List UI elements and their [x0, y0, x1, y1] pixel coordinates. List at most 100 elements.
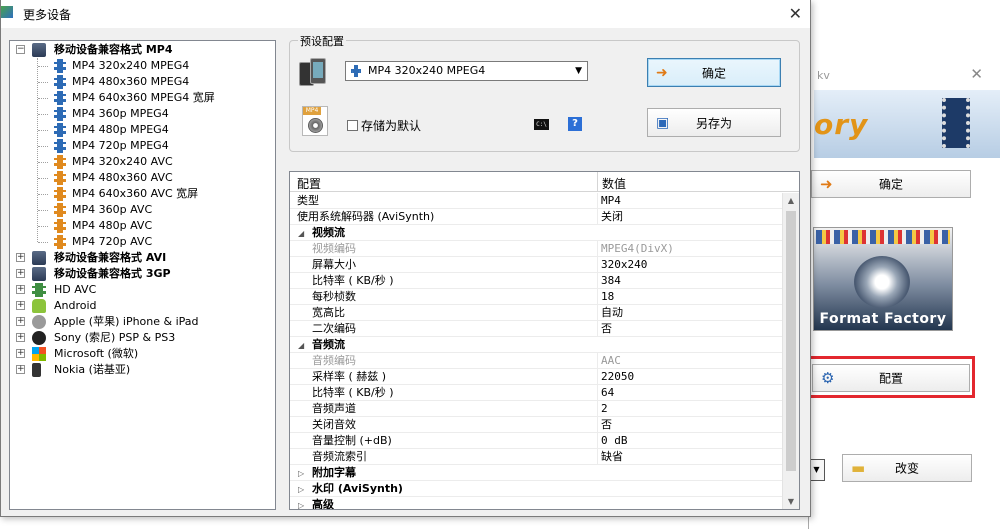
dialog-title: 更多设备 [23, 8, 72, 22]
collapse-icon[interactable]: ◢ [298, 338, 304, 353]
scroll-down-icon[interactable]: ▼ [783, 494, 799, 509]
tree-group-label: 移动设备兼容格式 3GP [54, 267, 171, 280]
collapse-icon[interactable]: − [16, 45, 25, 54]
grid-row[interactable]: 音频流索引 缺省 [290, 449, 782, 465]
grid-category-row[interactable]: ▷ 附加字幕 [290, 465, 782, 481]
grid-row[interactable]: 音量控制 (+dB) 0 dB [290, 433, 782, 449]
expand-icon[interactable]: + [16, 333, 25, 342]
expand-icon[interactable]: + [16, 365, 25, 374]
film-blue-icon [54, 75, 66, 89]
grid-header-value: 数值 [602, 177, 627, 191]
command-line-icon[interactable]: C:\ [534, 119, 549, 130]
grid-row-key: 高级 [312, 498, 334, 510]
grid-row-key: 二次编码 [312, 322, 356, 335]
help-icon[interactable]: ? [568, 117, 582, 131]
tree-item-label: MP4 640x360 AVC 宽屏 [72, 187, 199, 200]
grid-row[interactable]: 使用系统解码器 (AviSynth) 关闭 [290, 209, 782, 225]
format-factory-label: Format Factory [819, 311, 947, 327]
grid-row-key: 宽高比 [312, 306, 345, 319]
mobile-devices-icon [32, 43, 46, 57]
mobile-devices-icon [299, 56, 331, 88]
banner-image: ory [814, 90, 1000, 158]
grid-row[interactable]: 比特率 ( KB/秒 ) 64 [290, 385, 782, 401]
disc-icon [854, 256, 910, 308]
scroll-up-icon[interactable]: ▲ [783, 193, 799, 209]
grid-row[interactable]: 宽高比 自动 [290, 305, 782, 321]
mp4-file-icon: MP4 [302, 106, 328, 136]
grid-row[interactable]: 比特率 ( KB/秒 ) 384 [290, 273, 782, 289]
device-tree[interactable]: − 移动设备兼容格式 MP4 MP4 320x240 MPEG4 MP4 480x36… [9, 40, 276, 510]
scroll-thumb[interactable] [786, 211, 796, 471]
ok-button[interactable]: ➜ 确定 [647, 58, 781, 87]
tree-group-label: Sony (索尼) PSP & PS3 [54, 331, 176, 344]
grid-row[interactable]: 音频编码 AAC [290, 353, 782, 369]
save-as-label: 另存为 [695, 116, 732, 130]
expand-icon[interactable]: ▷ [298, 482, 304, 497]
save-as-button[interactable]: ▣ 另存为 [647, 108, 781, 137]
parent-ok-button[interactable]: ➜ 确定 [811, 170, 971, 198]
close-icon[interactable]: ✕ [970, 65, 983, 83]
banner-text: ory [814, 108, 869, 141]
tree-group-label: 移动设备兼容格式 MP4 [54, 43, 173, 56]
collapse-icon[interactable]: ◢ [298, 226, 304, 241]
grid-row-key: 使用系统解码器 (AviSynth) [297, 210, 435, 223]
more-devices-dialog: 更多设备 ✕ − 移动设备兼容格式 MP4 MP4 320x240 MPEG4 MP4… [0, 0, 811, 517]
preset-select[interactable]: MP4 320x240 MPEG4 ▼ [345, 61, 588, 81]
grid-category-row[interactable]: ◢ 音频流 [290, 337, 782, 353]
tree-group-label: HD AVC [54, 283, 97, 296]
expand-icon[interactable]: + [16, 269, 25, 278]
microsoft-icon [32, 347, 46, 361]
tree-item-label: MP4 320x240 AVC [72, 155, 173, 168]
grid-row[interactable]: 每秒桢数 18 [290, 289, 782, 305]
grid-row[interactable]: 音频声道 2 [290, 401, 782, 417]
tree-group-label: Apple (苹果) iPhone & iPad [54, 315, 199, 328]
app-icon [1, 6, 13, 18]
grid-category-row[interactable]: ▷ 水印 (AviSynth) [290, 481, 782, 497]
grid-row-key: 音频流索引 [312, 450, 367, 463]
film-orange-icon [54, 235, 66, 249]
expand-icon[interactable]: + [16, 301, 25, 310]
vertical-scrollbar[interactable]: ▲ ▼ [782, 193, 799, 509]
save-default-checkbox[interactable] [347, 120, 358, 131]
film-orange-icon [54, 187, 66, 201]
nokia-icon [32, 363, 41, 377]
grid-category-row[interactable]: ◢ 视频流 [290, 225, 782, 241]
film-blue-icon [54, 107, 66, 121]
grid-row-key: 音频流 [312, 338, 345, 351]
expand-icon[interactable]: ▷ [298, 498, 304, 509]
change-button[interactable]: ▬ 改变 [842, 454, 972, 482]
close-icon[interactable]: ✕ [789, 4, 802, 23]
grid-row-key: 比特率 ( KB/秒 ) [312, 386, 394, 399]
tree-item-label: MP4 720p MPEG4 [72, 139, 169, 152]
grid-row[interactable]: 关闭音效 否 [290, 417, 782, 433]
parent-ok-label: 确定 [878, 177, 903, 192]
expand-icon[interactable]: + [16, 317, 25, 326]
grid-row[interactable]: 类型 MP4 [290, 193, 782, 209]
format-factory-logo: Format Factory [813, 227, 953, 331]
preset-group: 预设配置 MP4 320x240 MPEG4 ▼ ➜ 确定 MP4 存储为默认 … [289, 33, 800, 152]
tree-item-label: MP4 320x240 MPEG4 [72, 59, 190, 72]
film-orange-icon [54, 203, 66, 217]
grid-row-key: 比特率 ( KB/秒 ) [312, 274, 394, 287]
preset-group-label: 预设配置 [298, 33, 346, 49]
tree-group-label: 移动设备兼容格式 AVI [54, 251, 167, 264]
expand-icon[interactable]: + [16, 349, 25, 358]
parent-window: kv ✕ ory ➜ 确定 Format Factory ⚙ 配置 ▬ 改变 [808, 62, 1005, 529]
film-icon [942, 98, 970, 148]
grid-category-row[interactable]: ▷ 高级 [290, 497, 782, 510]
parent-window-title: kv [817, 69, 830, 82]
grid-row[interactable]: 采样率 ( 赫兹 ) 22050 [290, 369, 782, 385]
grid-row-key: 关闭音效 [312, 418, 356, 431]
grid-row[interactable]: 屏幕大小 320x240 [290, 257, 782, 273]
property-grid[interactable]: 配置 数值 类型 MP4 使用系统解码器 (AviSynth) 关闭 ◢ 视频流 视频编码 M… [289, 171, 800, 510]
film-orange-icon [54, 219, 66, 233]
film-blue-icon [54, 91, 66, 105]
expand-icon[interactable]: + [16, 285, 25, 294]
expand-icon[interactable]: ▷ [298, 466, 304, 481]
grid-row[interactable]: 视频编码 MPEG4(DivX) [290, 241, 782, 257]
sony-psp-icon [32, 331, 46, 345]
film-blue-icon [54, 59, 66, 73]
expand-icon[interactable]: + [16, 253, 25, 262]
grid-row[interactable]: 二次编码 否 [290, 321, 782, 337]
grid-row-key: 水印 (AviSynth) [312, 482, 403, 495]
